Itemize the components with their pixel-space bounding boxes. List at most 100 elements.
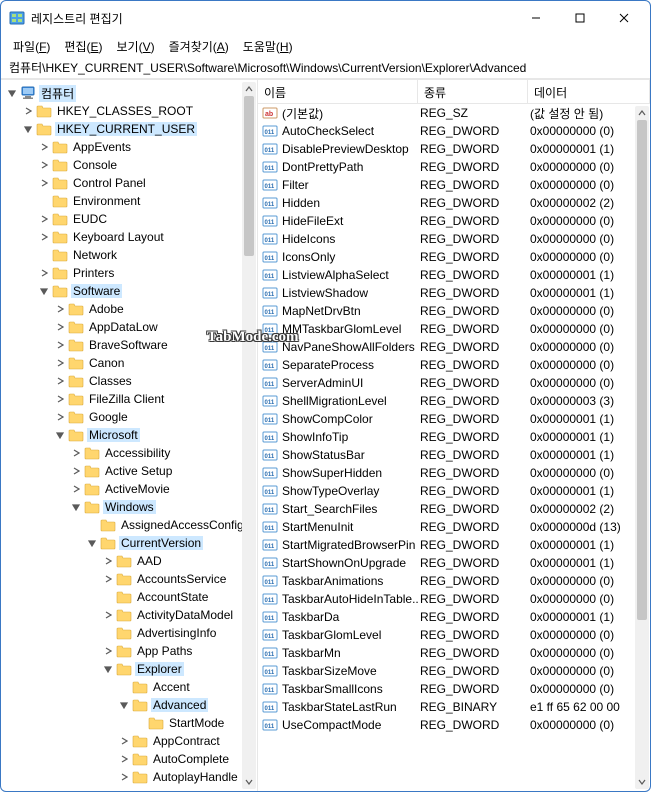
expander-icon[interactable] (37, 212, 51, 226)
expander-icon[interactable] (53, 356, 67, 370)
expander-icon[interactable] (117, 698, 131, 712)
tree-item[interactable]: ActivityDataModel (1, 606, 257, 624)
tree-item[interactable]: StartMode (1, 714, 257, 732)
expander-icon[interactable] (37, 158, 51, 172)
value-row[interactable]: 011ListviewAlphaSelectREG_DWORD0x0000000… (258, 266, 650, 284)
tree-item[interactable]: AccountState (1, 588, 257, 606)
value-row[interactable]: 011TaskbarSizeMoveREG_DWORD0x00000000 (0… (258, 662, 650, 680)
menu-view[interactable]: 보기(V) (111, 36, 161, 57)
expander-icon[interactable] (69, 482, 83, 496)
tree-item[interactable]: Microsoft (1, 426, 257, 444)
menu-edit[interactable]: 편집(E) (58, 36, 108, 57)
minimize-button[interactable] (514, 3, 558, 33)
list-scrollbar[interactable] (635, 106, 649, 789)
menu-favorites[interactable]: 즐겨찾기(A) (163, 36, 235, 57)
tree-scrollbar[interactable] (242, 82, 256, 789)
expander-icon[interactable] (53, 338, 67, 352)
expander-icon[interactable] (21, 104, 35, 118)
expander-icon[interactable] (53, 410, 67, 424)
tree-pane[interactable]: 컴퓨터HKEY_CLASSES_ROOTHKEY_CURRENT_USER App… (1, 80, 258, 791)
tree-item[interactable]: AutoComplete (1, 750, 257, 768)
expander-icon[interactable] (69, 500, 83, 514)
tree-item[interactable]: AppDataLow (1, 318, 257, 336)
tree-item[interactable]: Accent (1, 678, 257, 696)
value-row[interactable]: 011ShowStatusBarREG_DWORD0x00000001 (1) (258, 446, 650, 464)
expander-icon[interactable] (37, 230, 51, 244)
value-row[interactable]: 011StartMenuInitREG_DWORD0x0000000d (13) (258, 518, 650, 536)
tree-item[interactable]: Google (1, 408, 257, 426)
col-name[interactable]: 이름 (258, 80, 418, 103)
tree-item[interactable]: HKEY_CLASSES_ROOT (1, 102, 257, 120)
expander-icon[interactable] (53, 392, 67, 406)
value-row[interactable]: 011DontPrettyPathREG_DWORD0x00000000 (0) (258, 158, 650, 176)
titlebar[interactable]: 레지스트리 편집기 (1, 1, 650, 35)
value-row[interactable]: 011AutoCheckSelectREG_DWORD0x00000000 (0… (258, 122, 650, 140)
tree-item[interactable]: Active Setup (1, 462, 257, 480)
tree-item[interactable]: Windows (1, 498, 257, 516)
value-row[interactable]: 011MMTaskbarGlomLevelREG_DWORD0x00000000… (258, 320, 650, 338)
value-row[interactable]: 011Start_SearchFilesREG_DWORD0x00000002 … (258, 500, 650, 518)
value-row[interactable]: 011ServerAdminUIREG_DWORD0x00000000 (0) (258, 374, 650, 392)
expander-icon[interactable] (53, 428, 67, 442)
close-button[interactable] (602, 3, 646, 33)
tree-item[interactable]: Canon (1, 354, 257, 372)
value-row[interactable]: 011UseCompactModeREG_DWORD0x00000000 (0) (258, 716, 650, 734)
value-row[interactable]: 011ShowInfoTipREG_DWORD0x00000001 (1) (258, 428, 650, 446)
tree-item[interactable]: Advanced (1, 696, 257, 714)
tree-item[interactable]: Control Panel (1, 174, 257, 192)
value-row[interactable]: 011StartMigratedBrowserPinREG_DWORD0x000… (258, 536, 650, 554)
value-row[interactable]: 011MapNetDrvBtnREG_DWORD0x00000000 (0) (258, 302, 650, 320)
menu-help[interactable]: 도움말(H) (237, 36, 299, 57)
address-bar[interactable]: 컴퓨터\HKEY_CURRENT_USER\Software\Microsoft… (1, 57, 650, 79)
menu-file[interactable]: 파일(F) (7, 36, 56, 57)
expander-icon[interactable] (37, 266, 51, 280)
expander-icon[interactable] (53, 374, 67, 388)
col-type[interactable]: 종류 (418, 80, 528, 103)
expander-icon[interactable] (37, 140, 51, 154)
expander-icon[interactable] (37, 176, 51, 190)
expander-icon[interactable] (69, 464, 83, 478)
tree-item[interactable]: 컴퓨터 (1, 84, 257, 102)
tree-item[interactable]: EUDC (1, 210, 257, 228)
tree-item[interactable]: Software (1, 282, 257, 300)
list-header[interactable]: 이름 종류 데이터 (258, 80, 650, 104)
tree-item[interactable]: CurrentVersion (1, 534, 257, 552)
expander-icon[interactable] (101, 662, 115, 676)
maximize-button[interactable] (558, 3, 602, 33)
tree-item[interactable]: Console (1, 156, 257, 174)
expander-icon[interactable] (53, 320, 67, 334)
tree-item[interactable]: ActiveMovie (1, 480, 257, 498)
list-pane[interactable]: 이름 종류 데이터 ab(기본값)REG_SZ(값 설정 안 됨)011Auto… (258, 80, 650, 791)
expander-icon[interactable] (101, 608, 115, 622)
value-row[interactable]: 011TaskbarAutoHideInTable...REG_DWORD0x0… (258, 590, 650, 608)
col-data[interactable]: 데이터 (528, 80, 650, 103)
tree-item[interactable]: AccountsService (1, 570, 257, 588)
tree-item[interactable]: Environment (1, 192, 257, 210)
tree-item[interactable]: AssignedAccessConfig (1, 516, 257, 534)
value-row[interactable]: 011SeparateProcessREG_DWORD0x00000000 (0… (258, 356, 650, 374)
expander-icon[interactable] (37, 284, 51, 298)
value-row[interactable]: 011NavPaneShowAllFoldersREG_DWORD0x00000… (258, 338, 650, 356)
value-row[interactable]: 011TaskbarGlomLevelREG_DWORD0x00000000 (… (258, 626, 650, 644)
tree-item[interactable]: HKEY_CURRENT_USER (1, 120, 257, 138)
expander-icon[interactable] (101, 572, 115, 586)
tree-item[interactable]: FileZilla Client (1, 390, 257, 408)
value-row[interactable]: 011StartShownOnUpgradeREG_DWORD0x0000000… (258, 554, 650, 572)
tree-item[interactable]: AutoplayHandle (1, 768, 257, 786)
value-row[interactable]: ab(기본값)REG_SZ(값 설정 안 됨) (258, 104, 650, 122)
expander-icon[interactable] (53, 302, 67, 316)
value-row[interactable]: 011TaskbarAnimationsREG_DWORD0x00000000 … (258, 572, 650, 590)
expander-icon[interactable] (117, 752, 131, 766)
expander-icon[interactable] (21, 122, 35, 136)
tree-item[interactable]: Accessibility (1, 444, 257, 462)
expander-icon[interactable] (117, 770, 131, 784)
value-row[interactable]: 011IconsOnlyREG_DWORD0x00000000 (0) (258, 248, 650, 266)
value-row[interactable]: 011HiddenREG_DWORD0x00000002 (2) (258, 194, 650, 212)
tree-item[interactable]: App Paths (1, 642, 257, 660)
value-row[interactable]: 011ShellMigrationLevelREG_DWORD0x0000000… (258, 392, 650, 410)
value-row[interactable]: 011TaskbarDaREG_DWORD0x00000001 (1) (258, 608, 650, 626)
tree-item[interactable]: AdvertisingInfo (1, 624, 257, 642)
value-row[interactable]: 011TaskbarSmallIconsREG_DWORD0x00000000 … (258, 680, 650, 698)
tree-item[interactable]: Adobe (1, 300, 257, 318)
value-row[interactable]: 011TaskbarStateLastRunREG_BINARYe1 ff 65… (258, 698, 650, 716)
